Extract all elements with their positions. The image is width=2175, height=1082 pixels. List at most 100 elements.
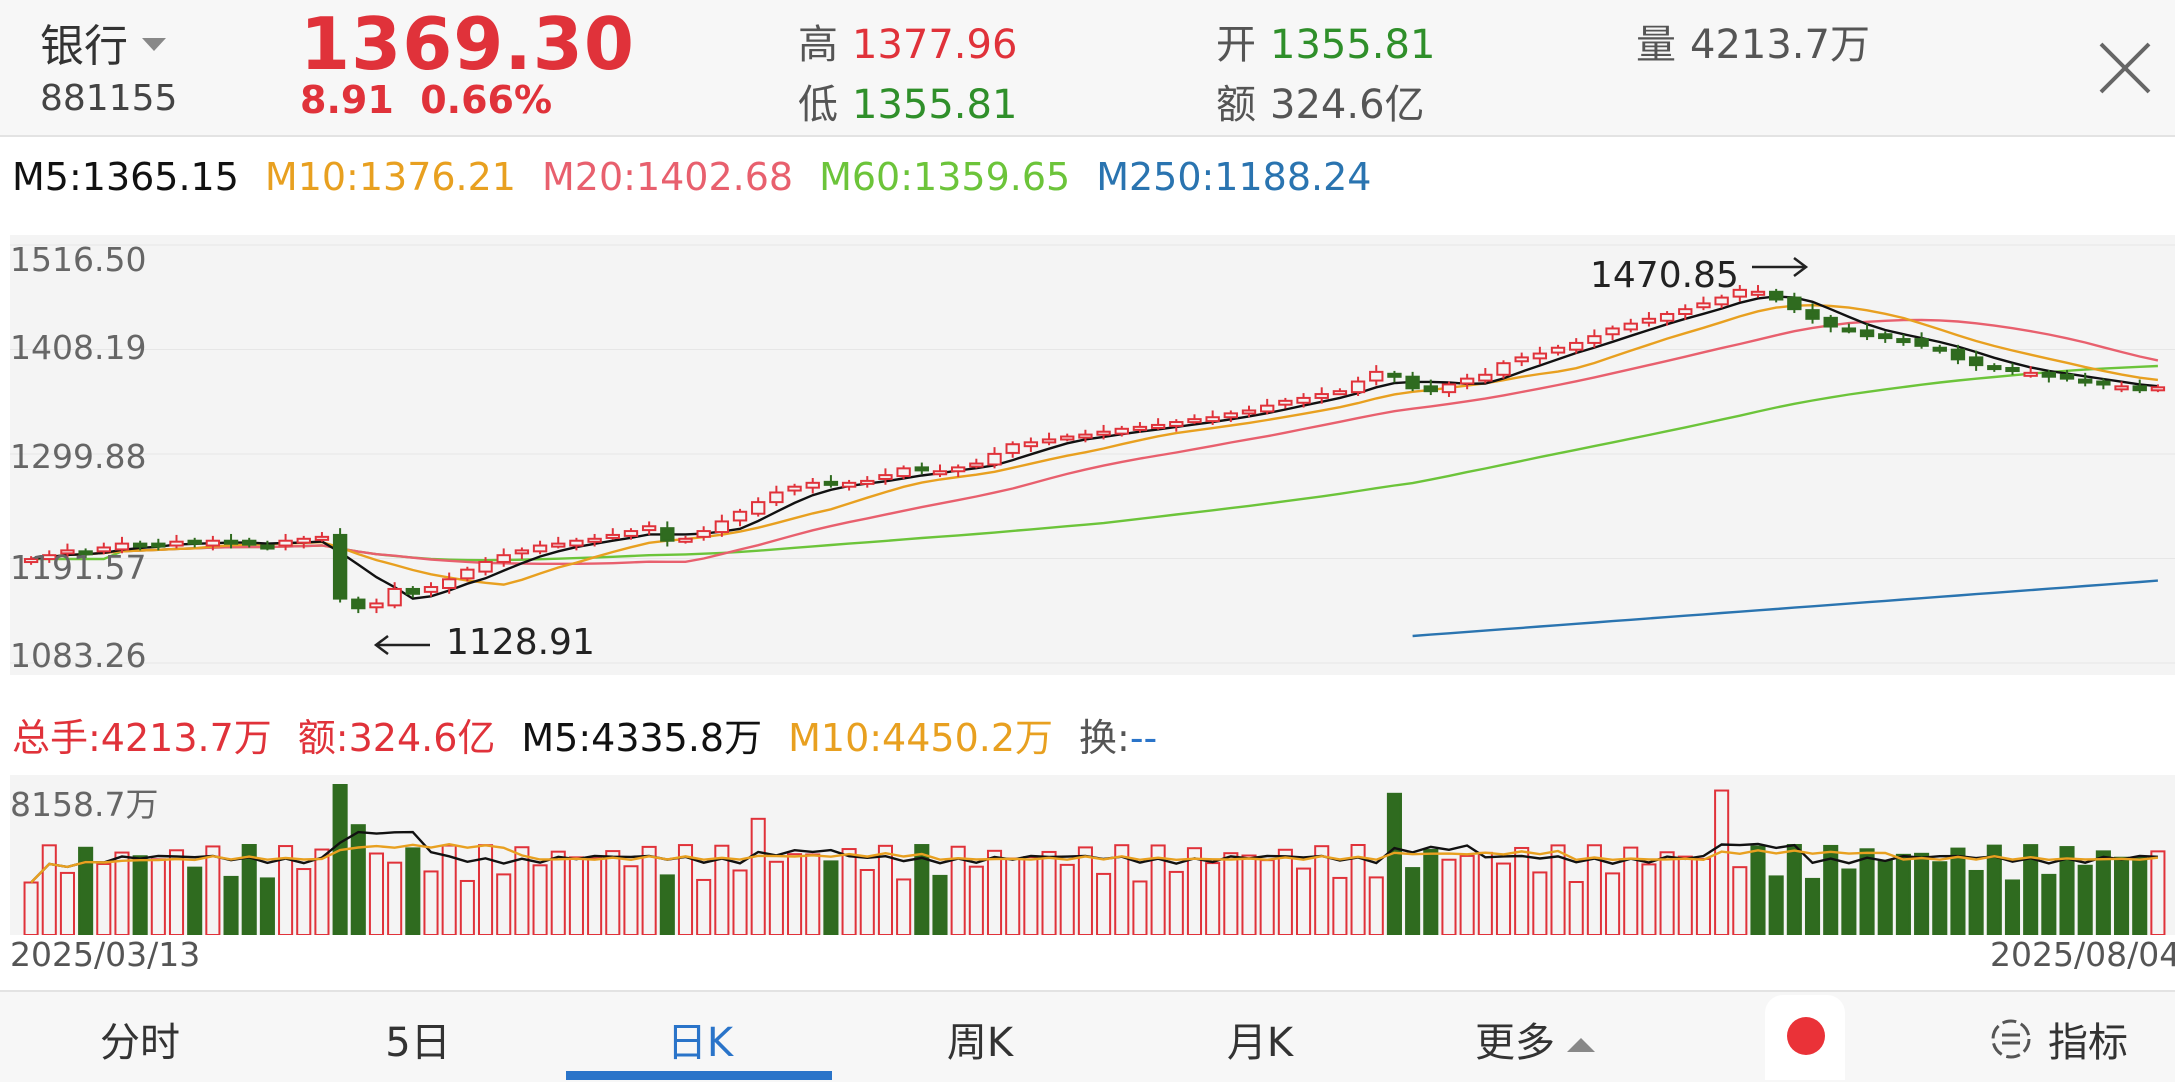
volume-label: 量 bbox=[1636, 22, 1676, 68]
volume-bar-up bbox=[859, 869, 875, 936]
candle-up bbox=[1260, 404, 1275, 413]
volume-value: 4213.7万 bbox=[1690, 22, 1870, 68]
candle-up bbox=[1296, 396, 1311, 404]
volume-legend: 总手:4213.7万 额:324.6亿 M5:4335.8万 M10:4450.… bbox=[12, 707, 1157, 762]
candle-up bbox=[696, 530, 711, 538]
candle-down bbox=[260, 544, 275, 550]
candle-down bbox=[660, 527, 675, 542]
candle-up bbox=[587, 537, 602, 543]
volume-bar-up bbox=[1186, 847, 1203, 936]
candle-down bbox=[405, 587, 421, 595]
volume-bar-up bbox=[1296, 867, 1312, 936]
candle-up bbox=[1078, 433, 1093, 439]
candle-up bbox=[1060, 435, 1075, 441]
candle-up bbox=[1496, 362, 1511, 376]
tab-daily-k[interactable]: 日K bbox=[620, 1010, 780, 1068]
volume-bar-up bbox=[805, 853, 821, 936]
tab-weekly-k[interactable]: 周K bbox=[900, 1010, 1060, 1068]
volume-bar-down bbox=[132, 855, 148, 936]
volume-bar-up bbox=[314, 848, 330, 936]
caret-up-icon bbox=[1567, 1038, 1595, 1052]
candle-up bbox=[314, 535, 330, 541]
ma250-line bbox=[1412, 579, 2158, 638]
candle-up bbox=[1205, 416, 1220, 423]
volume-bar-down bbox=[350, 824, 366, 936]
volume-bar-down bbox=[223, 875, 239, 936]
index-name-selector[interactable]: 银行 bbox=[40, 10, 166, 74]
candle-up bbox=[423, 586, 439, 593]
volume-bar-down bbox=[2004, 879, 2021, 936]
tab-timeshare[interactable]: 分时 bbox=[60, 1010, 220, 1068]
candle-down bbox=[1387, 372, 1402, 378]
ma250-label: M250:1188.24 bbox=[1096, 155, 1372, 199]
volume-bar-up bbox=[1241, 854, 1257, 936]
volume-chart[interactable] bbox=[10, 775, 2175, 937]
price-axis-label: 1083.26 bbox=[10, 636, 147, 675]
candle-up bbox=[787, 485, 802, 492]
volume-bar-up bbox=[1059, 863, 1075, 936]
tab-5day[interactable]: 5日 bbox=[338, 1010, 498, 1068]
vol-ma5: M5:4335.8万 bbox=[521, 716, 763, 760]
ma20-line bbox=[30, 318, 2159, 565]
volume-bar-up bbox=[150, 858, 166, 936]
candle-down bbox=[1859, 329, 1875, 338]
candle-up bbox=[514, 549, 530, 555]
candle-down bbox=[2096, 380, 2111, 386]
candle-down bbox=[1968, 356, 1984, 367]
volume-bar-down bbox=[259, 877, 275, 936]
volume-bar-up bbox=[986, 849, 1003, 936]
volume-bar-up bbox=[1132, 880, 1148, 936]
volume-bar-up bbox=[750, 817, 766, 936]
candle-down bbox=[2132, 385, 2147, 392]
volume-bar-down bbox=[659, 874, 675, 936]
volume-bar-down bbox=[1968, 869, 1984, 936]
volume-bar-up bbox=[605, 850, 621, 936]
volume-bar-up bbox=[1332, 876, 1348, 936]
tab-more[interactable]: 更多 bbox=[1440, 1010, 1630, 1068]
low-annotation: 1128.91 bbox=[446, 622, 595, 663]
candle-down bbox=[1914, 338, 1929, 347]
open-value: 1355.81 bbox=[1270, 22, 1436, 68]
volume-bar-up bbox=[732, 869, 748, 936]
change-percent: 0.66% bbox=[420, 78, 553, 122]
candle-up bbox=[1096, 430, 1111, 436]
candle-down bbox=[1823, 316, 1838, 328]
candle-up bbox=[969, 462, 984, 468]
volume-bar-down bbox=[2077, 864, 2093, 936]
candle-up bbox=[1150, 423, 1166, 429]
volume-bar-down bbox=[2132, 856, 2148, 936]
candle-up bbox=[1532, 352, 1548, 360]
candle-down bbox=[2059, 373, 2075, 380]
volume-bar-down bbox=[1768, 875, 1784, 936]
volume-bar-down bbox=[1932, 861, 1948, 936]
candle-down bbox=[1878, 333, 1893, 340]
turnover-label: 换: bbox=[1079, 716, 1130, 760]
volume-bar-down bbox=[2041, 873, 2057, 936]
volume-bar-up bbox=[568, 856, 584, 936]
candle-up bbox=[460, 568, 475, 580]
indicator-button[interactable]: 指标 bbox=[1988, 1010, 2128, 1068]
candle-down bbox=[132, 542, 148, 548]
candle-up bbox=[1514, 356, 1529, 363]
volume-bar-up bbox=[841, 848, 857, 936]
volume-bar-up bbox=[787, 853, 803, 936]
price-axis-label: 1516.50 bbox=[10, 240, 147, 279]
candle-up bbox=[896, 467, 911, 478]
volume-bar-down bbox=[1895, 853, 1911, 936]
record-button[interactable] bbox=[1765, 995, 1845, 1080]
volume-bar-up bbox=[296, 868, 312, 936]
last-price: 1369.30 bbox=[300, 2, 635, 86]
ma60-label: M60:1359.65 bbox=[819, 155, 1071, 199]
volume-bar-down bbox=[1804, 877, 1821, 936]
candle-up bbox=[932, 470, 948, 476]
volume-bar-up bbox=[1096, 872, 1112, 937]
turnover-value: -- bbox=[1129, 716, 1158, 760]
close-icon[interactable] bbox=[2095, 38, 2155, 98]
volume-bar-up bbox=[877, 844, 893, 936]
volume-bar-up bbox=[1023, 855, 1039, 936]
tab-monthly-k[interactable]: 月K bbox=[1180, 1010, 1340, 1068]
candle-up bbox=[805, 481, 820, 489]
kline-chart[interactable] bbox=[10, 235, 2175, 675]
volume-bar-down bbox=[932, 874, 948, 936]
volume-bar-up bbox=[1168, 870, 1184, 936]
